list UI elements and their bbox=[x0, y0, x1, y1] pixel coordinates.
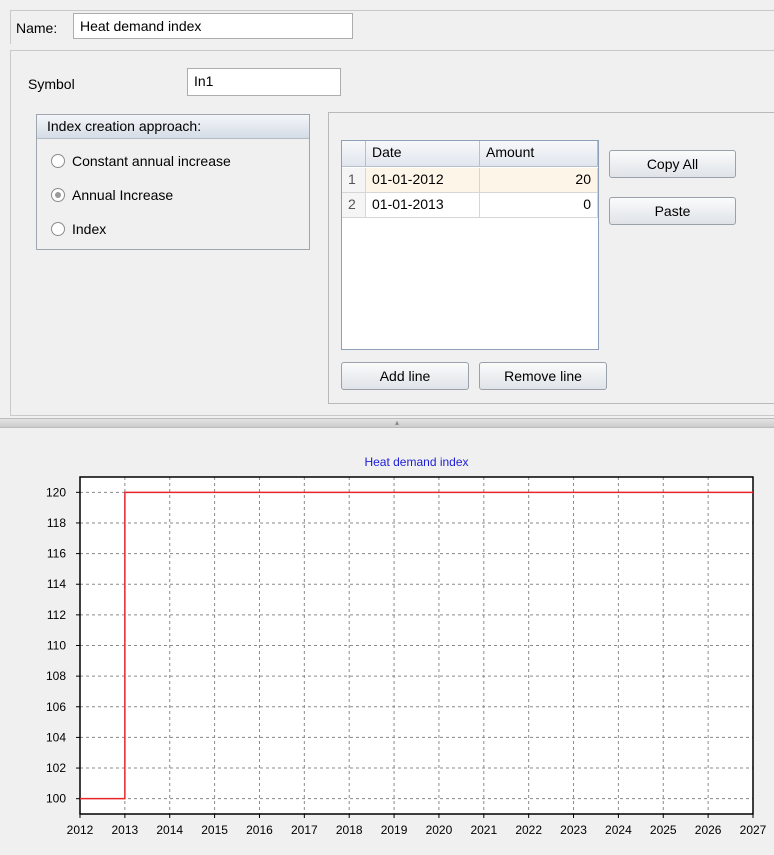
radio-button[interactable] bbox=[51, 222, 65, 236]
splitter-grip-icon: ▴ bbox=[395, 418, 400, 427]
radio-label: Constant annual increase bbox=[72, 153, 231, 169]
panel-splitter[interactable]: ▴ bbox=[0, 418, 774, 428]
y-tick-label: 108 bbox=[46, 669, 66, 683]
x-tick-label: 2025 bbox=[650, 823, 677, 837]
y-tick-label: 114 bbox=[47, 577, 66, 591]
symbol-input[interactable]: In1 bbox=[187, 68, 341, 96]
grid-header: Date Amount bbox=[342, 141, 598, 167]
x-tick-label: 2021 bbox=[470, 823, 497, 837]
table-panel: Date Amount 1 01-01-2012 20 2 01-01-2013… bbox=[328, 112, 774, 404]
approach-group: Index creation approach: Constant annual… bbox=[36, 114, 310, 250]
name-label: Name: bbox=[16, 20, 58, 36]
x-tick-label: 2017 bbox=[291, 823, 318, 837]
row-number-header bbox=[342, 141, 366, 167]
radio-index[interactable]: Index bbox=[51, 219, 106, 239]
radio-button[interactable] bbox=[51, 154, 65, 168]
copy-all-button[interactable]: Copy All bbox=[609, 150, 736, 178]
amount-cell[interactable]: 20 bbox=[480, 168, 598, 193]
data-grid[interactable]: Date Amount 1 01-01-2012 20 2 01-01-2013… bbox=[341, 140, 599, 350]
column-header-date[interactable]: Date bbox=[366, 141, 480, 167]
x-tick-label: 2015 bbox=[201, 823, 228, 837]
chart-title: Heat demand index bbox=[364, 455, 468, 469]
paste-button[interactable]: Paste bbox=[609, 197, 736, 225]
radio-constant-annual-increase[interactable]: Constant annual increase bbox=[51, 151, 231, 171]
settings-panel: Symbol In1 Index creation approach: Cons… bbox=[10, 50, 774, 416]
radio-label: Index bbox=[72, 221, 107, 237]
add-line-button[interactable]: Add line bbox=[341, 362, 469, 390]
x-tick-label: 2016 bbox=[246, 823, 273, 837]
y-tick-label: 102 bbox=[46, 761, 66, 775]
x-tick-label: 2018 bbox=[336, 823, 363, 837]
row-number: 2 bbox=[342, 193, 366, 218]
approach-title: Index creation approach: bbox=[37, 115, 309, 139]
x-tick-label: 2013 bbox=[112, 823, 139, 837]
heat-demand-chart: Heat demand index 2012 2013 2014 2015 2016 201… bbox=[46, 455, 767, 837]
table-row[interactable]: 2 01-01-2013 0 bbox=[342, 193, 598, 218]
symbol-label: Symbol bbox=[28, 76, 75, 92]
amount-cell[interactable]: 0 bbox=[480, 193, 598, 218]
radio-annual-increase[interactable]: Annual Increase bbox=[51, 185, 173, 205]
table-row[interactable]: 1 01-01-2012 20 bbox=[342, 168, 598, 193]
date-cell[interactable]: 01-01-2012 bbox=[366, 168, 480, 193]
y-tick-label: 110 bbox=[47, 639, 66, 653]
radio-label: Annual Increase bbox=[72, 187, 174, 203]
x-tick-label: 2020 bbox=[426, 823, 453, 837]
y-tick-label: 118 bbox=[47, 516, 66, 530]
row-number: 1 bbox=[342, 168, 366, 193]
name-row: Name: Heat demand index bbox=[10, 10, 774, 44]
y-tick-label: 100 bbox=[46, 792, 66, 806]
y-tick-label: 120 bbox=[46, 485, 66, 499]
x-tick-label: 2024 bbox=[605, 823, 632, 837]
y-tick-label: 116 bbox=[47, 547, 66, 561]
remove-line-button[interactable]: Remove line bbox=[479, 362, 607, 390]
x-tick-label: 2019 bbox=[381, 823, 408, 837]
y-tick-label: 104 bbox=[46, 730, 66, 744]
x-tick-label: 2012 bbox=[67, 823, 94, 837]
name-input[interactable]: Heat demand index bbox=[73, 13, 353, 39]
chart-area: Heat demand index 2012 2013 2014 2015 2016 201… bbox=[0, 430, 774, 852]
x-tick-label: 2014 bbox=[156, 823, 183, 837]
x-tick-label: 2027 bbox=[740, 823, 767, 837]
radio-button-selected[interactable] bbox=[51, 188, 65, 202]
y-tick-label: 112 bbox=[47, 608, 66, 622]
column-header-amount[interactable]: Amount bbox=[480, 141, 598, 167]
x-tick-label: 2023 bbox=[560, 823, 587, 837]
x-tick-label: 2026 bbox=[695, 823, 722, 837]
date-cell[interactable]: 01-01-2013 bbox=[366, 193, 480, 218]
x-tick-label: 2022 bbox=[515, 823, 542, 837]
y-tick-label: 106 bbox=[46, 700, 66, 714]
